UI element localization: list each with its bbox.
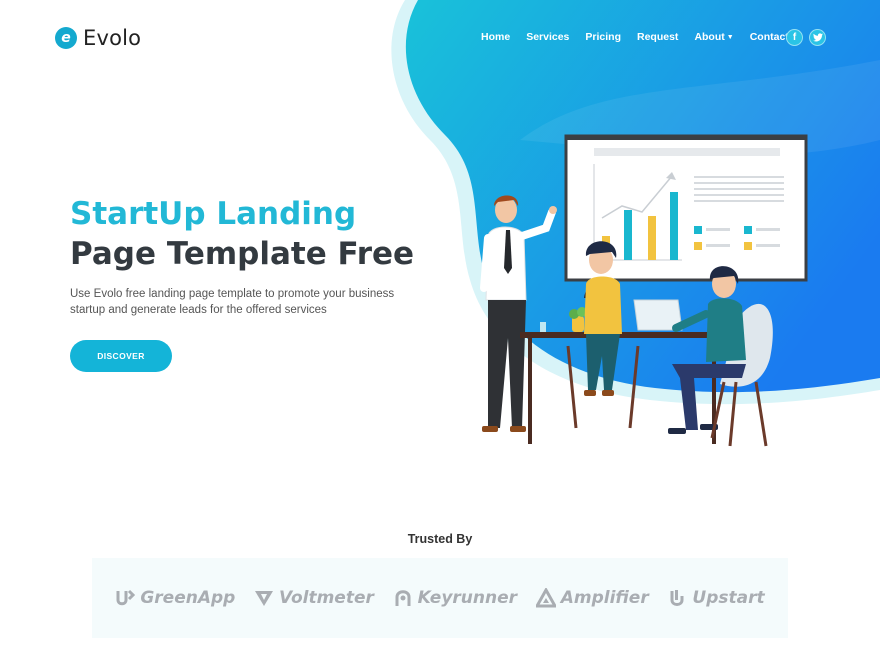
logo-text: Evolo (83, 26, 142, 50)
discover-button[interactable]: DISCOVER (70, 340, 172, 372)
nav-home[interactable]: Home (481, 31, 510, 43)
brand-keyrunner: Keyrunner (393, 588, 517, 608)
brand-upstart: Upstart (667, 588, 765, 608)
brand-amplifier-name: Amplifier (560, 588, 649, 608)
nav-services[interactable]: Services (526, 31, 569, 43)
standing-presenter (480, 195, 557, 432)
hero-title-accent: StartUp Landing (70, 196, 357, 232)
twitter-icon[interactable] (809, 29, 826, 46)
upstart-logo-icon (670, 590, 684, 606)
nav-pricing[interactable]: Pricing (585, 31, 621, 43)
seated-man (668, 266, 773, 447)
nav-request[interactable]: Request (637, 31, 678, 43)
voltmeter-logo-icon (255, 591, 274, 606)
greenapp-logo-icon (116, 589, 136, 606)
facebook-icon[interactable]: f (786, 29, 803, 46)
hero-description: Use Evolo free landing page template to … (70, 288, 395, 316)
brand-greenapp: GreenApp (115, 588, 235, 608)
brand-greenapp-name: GreenApp (140, 588, 236, 608)
office-meeting-illustration (480, 134, 808, 447)
brand-keyrunner-name: Keyrunner (417, 588, 518, 608)
brand-amplifier: Amplifier (535, 588, 649, 608)
trusted-by-heading: Trusted By (407, 532, 473, 546)
brand-voltmeter-name: Voltmeter (279, 588, 374, 608)
brand-upstart-name: Upstart (692, 588, 765, 608)
amplifier-logo-icon (535, 588, 556, 608)
brand-voltmeter: Voltmeter (254, 588, 374, 608)
navbar: e Evolo Home Services Pricing Request Ab… (0, 0, 880, 76)
keyrunner-logo-icon (395, 590, 411, 606)
brand-logo[interactable]: e Evolo (55, 26, 141, 50)
partner-logos: GreenApp Voltmeter Keyrunner Amplifier U… (92, 558, 788, 638)
nav-about-label: About (694, 31, 725, 43)
nav-contact[interactable]: Contact (750, 31, 789, 43)
main-menu: Home Services Pricing Request About ▼ Con… (481, 31, 805, 43)
nav-about-dropdown[interactable]: About ▼ (694, 31, 733, 43)
twitter-bird-icon (812, 33, 823, 42)
social-links: f (786, 29, 826, 46)
hero-title-main: Page Template Free (70, 236, 415, 272)
logo-mark-icon: e (55, 27, 77, 49)
chevron-down-icon: ▼ (726, 34, 734, 41)
